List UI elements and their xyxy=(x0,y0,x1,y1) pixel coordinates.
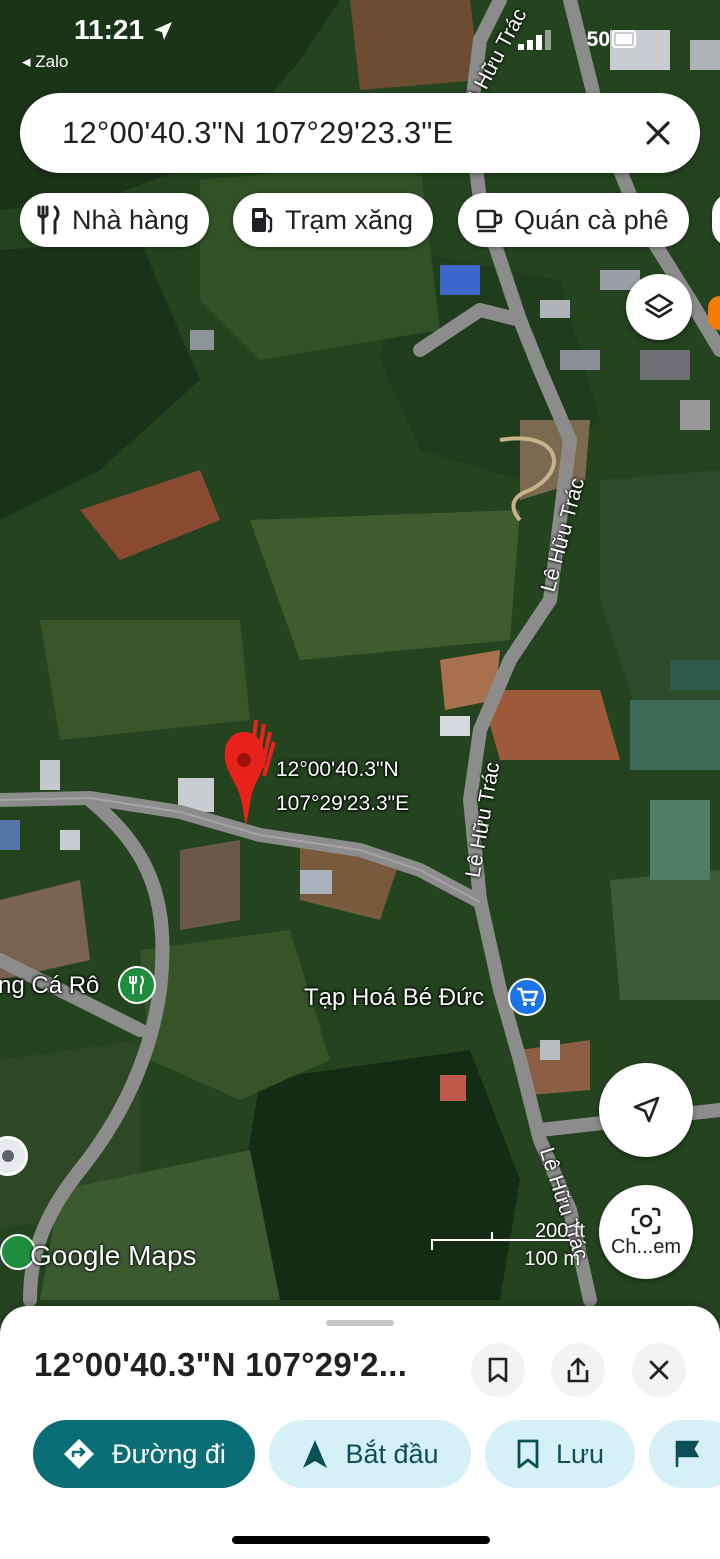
directions-icon xyxy=(64,1439,95,1469)
google-maps-attribution: Google Maps xyxy=(30,1240,197,1271)
place-label[interactable]: ng Cá Rô xyxy=(0,972,99,1000)
layers-button[interactable] xyxy=(626,274,692,340)
bookmark-icon xyxy=(488,1357,508,1383)
save-label: Lưu xyxy=(555,1438,605,1469)
place-title: 12°00'40.3"N 107°29'2... xyxy=(34,1346,408,1383)
location-arrow-icon xyxy=(154,22,172,40)
status-bar: 11:21 ◂ Zalo 50 xyxy=(0,0,720,80)
place-label[interactable]: Tạp Hoá Bé Đức xyxy=(304,984,484,1012)
navigation-arrow-icon xyxy=(633,1096,660,1123)
chip-label: Trạm xăng xyxy=(285,204,414,235)
sheet-drag-handle[interactable] xyxy=(326,1320,394,1326)
restaurant-icon[interactable] xyxy=(118,966,156,1004)
start-button[interactable]: Bắt đầu xyxy=(269,1420,471,1488)
more-actions-button[interactable] xyxy=(649,1420,720,1488)
camera-icon xyxy=(631,1207,661,1234)
pin-coordinates-line2: 107°29'23.3"E xyxy=(276,792,410,815)
place-bottom-sheet[interactable]: 12°00'40.3"N 107°29'2... Đường đi Bắt đầ… xyxy=(0,1306,720,1559)
close-icon xyxy=(649,1360,669,1380)
back-to-app-link[interactable]: ◂ Zalo xyxy=(22,52,68,72)
directions-button[interactable]: Đường đi xyxy=(33,1420,255,1488)
flag-icon xyxy=(675,1440,700,1467)
close-sheet-button[interactable] xyxy=(632,1343,686,1397)
layers-icon xyxy=(644,293,674,319)
search-input[interactable]: 12°00'40.3"N 107°29'23.3"E xyxy=(62,115,453,151)
share-button[interactable] xyxy=(551,1343,605,1397)
chip-coffee[interactable]: Quán cà phê xyxy=(458,193,689,247)
battery-level: 50 xyxy=(586,28,610,51)
my-location-button[interactable] xyxy=(599,1063,693,1157)
chip-restaurants[interactable]: Nhà hàng xyxy=(20,193,210,247)
camera-label: Ch...em xyxy=(610,1235,682,1258)
scale-m: 100 m xyxy=(524,1248,580,1270)
save-place-button[interactable] xyxy=(471,1343,525,1397)
bookmark-icon xyxy=(517,1439,539,1469)
chip-label: Quán cà phê xyxy=(514,204,669,235)
notification-marker-icon[interactable] xyxy=(708,296,720,330)
close-icon[interactable] xyxy=(638,113,678,153)
signal-icon xyxy=(518,30,551,50)
shopping-cart-icon[interactable] xyxy=(508,978,546,1016)
search-bar[interactable]: 12°00'40.3"N 107°29'23.3"E xyxy=(20,93,700,173)
directions-label: Đường đi xyxy=(112,1438,226,1469)
chip-gas-stations[interactable]: Trạm xăng xyxy=(233,193,434,247)
lens-camera-button[interactable]: Ch...em xyxy=(599,1185,693,1279)
clock: 11:21 xyxy=(74,14,145,45)
pin-icon xyxy=(224,719,276,826)
save-button[interactable]: Lưu xyxy=(485,1420,635,1488)
navigation-icon xyxy=(303,1440,328,1468)
coffee-icon xyxy=(476,209,503,233)
start-label: Bắt đầu xyxy=(345,1438,439,1469)
home-indicator[interactable] xyxy=(232,1536,490,1544)
map-scale: 200 ft 100 m xyxy=(430,1220,590,1270)
restaurant-icon xyxy=(37,205,60,235)
dropped-pin[interactable] xyxy=(222,718,282,830)
chip-label: Nhà hàng xyxy=(72,204,190,235)
gas-station-icon xyxy=(252,208,273,233)
scale-ft: 200 ft xyxy=(534,1220,585,1242)
battery-icon xyxy=(612,30,636,48)
pin-coordinates-line1: 12°00'40.3"N xyxy=(276,758,399,781)
share-icon xyxy=(567,1357,589,1383)
